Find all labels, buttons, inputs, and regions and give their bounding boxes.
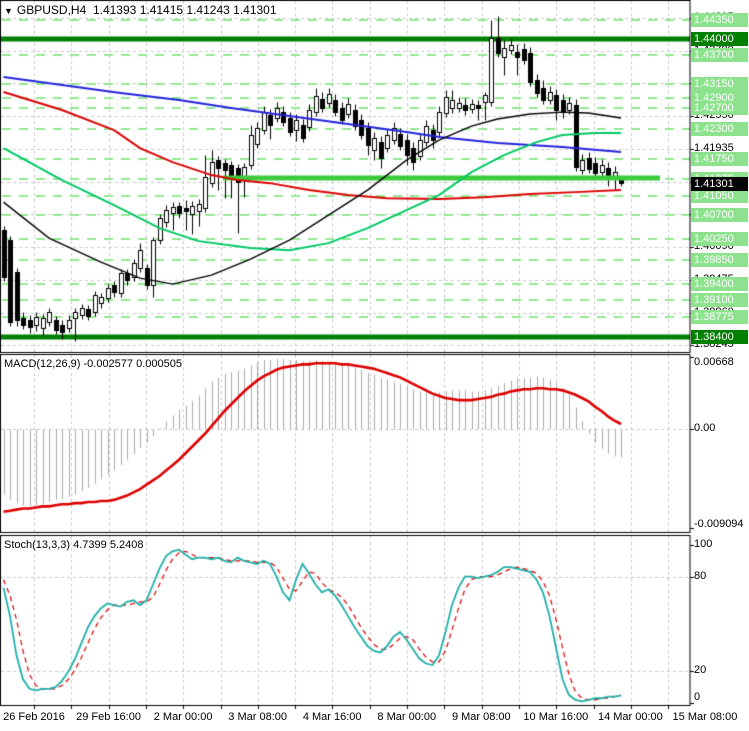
date-label: 4 Mar 16:00	[302, 711, 362, 723]
date-label: 9 Mar 08:00	[451, 711, 511, 723]
macd-indicator-label: MACD(12,26,9) -0.002577 0.000505	[4, 358, 182, 370]
date-label: 10 Mar 16:00	[523, 711, 589, 723]
stoch-k-value: 4.7399	[73, 539, 107, 551]
sr-level-label: 1.44350	[691, 13, 748, 28]
date-label: 29 Feb 16:00	[76, 711, 141, 723]
ohlc-open: 1.41393	[92, 3, 137, 17]
stoch-axis-label: 0	[694, 691, 701, 703]
macd-axis-label: 0.00668	[694, 356, 734, 368]
ohlc-close: 1.41301	[233, 3, 277, 17]
stoch-indicator-label: Stoch(13,3,3) 4.7399 5.2408	[4, 539, 143, 551]
sr-level-label: 1.41050	[691, 189, 748, 203]
date-label: 8 Mar 00:00	[377, 711, 437, 723]
stoch-d-value: 5.2408	[109, 539, 144, 551]
symbol-header: ▼ GBPUSD,H4 1.41393 1.41415 1.41243 1.413…	[4, 3, 277, 17]
macd-name: MACD(12,26,9)	[4, 358, 81, 370]
sr-level-label: 1.39100	[691, 292, 748, 307]
sr-level-label: 1.39400	[691, 276, 748, 291]
macd-signal-value: 0.000505	[136, 358, 182, 370]
sr-level-label: 1.42700	[691, 101, 748, 116]
symbol-title: GBPUSD,H4	[16, 3, 87, 17]
date-label: 14 Mar 00:00	[597, 711, 663, 723]
sr-level-label: 1.40700	[691, 207, 748, 222]
sr-level-label: 1.42300	[691, 122, 748, 137]
stoch-axis-label: 100	[694, 538, 713, 550]
sr-level-label: 1.39850	[691, 252, 748, 267]
stoch-name: Stoch(13,3,3)	[4, 539, 71, 551]
macd-axis-label: 0.00	[694, 422, 716, 435]
strong-level-label: 1.38400	[691, 330, 748, 345]
date-label: 2 Mar 00:00	[153, 711, 213, 723]
date-label: 26 Feb 2016	[3, 711, 65, 723]
date-label: 3 Mar 08:00	[228, 711, 287, 723]
sr-level-label: 1.43700	[691, 47, 748, 62]
stoch-axis-label: 20	[694, 664, 707, 677]
symbol-dropdown-icon[interactable]: ▼	[4, 6, 13, 16]
current-price-label: 1.41301	[691, 176, 748, 191]
sr-level-label: 1.40250	[691, 231, 748, 246]
ohlc-high: 1.41415	[139, 3, 184, 17]
stoch-axis-label: 80	[694, 569, 707, 582]
strong-level-label: 1.44000	[691, 32, 748, 46]
sr-level-label: 1.38775	[691, 310, 748, 325]
sr-level-label: 1.41750	[691, 151, 748, 166]
sr-level-label: 1.43150	[691, 77, 748, 92]
date-label: 15 Mar 08:00	[672, 711, 738, 723]
ohlc-low: 1.41243	[186, 3, 230, 17]
chart-window: ▼ GBPUSD,H4 1.41393 1.41415 1.41243 1.413…	[0, 0, 749, 731]
macd-main-value: -0.002577	[83, 358, 134, 370]
macd-axis-label: -0.009094	[694, 518, 744, 530]
